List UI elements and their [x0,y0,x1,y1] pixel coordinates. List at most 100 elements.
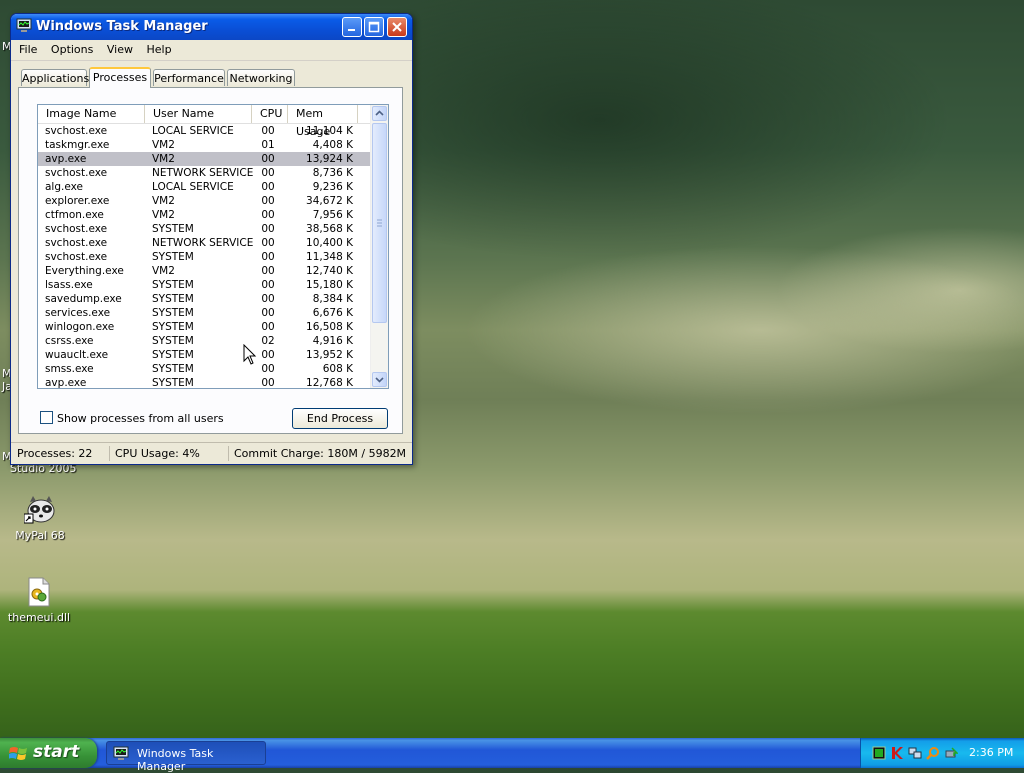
scroll-thumb[interactable] [372,123,387,323]
taskbar-button-task-manager[interactable]: Windows Task Manager [106,741,266,773]
process-image-name: services.exe [45,307,111,319]
process-mem-usage: 16,508 K [306,321,353,333]
title-bar[interactable]: Windows Task Manager [11,14,412,40]
table-row[interactable]: svchost.exe LOCAL SERVICE 00 11,104 K [38,124,371,138]
clock[interactable]: 2:36 PM [969,746,1013,759]
scroll-down-button[interactable] [372,372,387,387]
show-all-users-option[interactable]: Show processes from all users [40,411,224,425]
task-manager-icon [16,18,32,34]
menu-view[interactable]: View [102,40,138,59]
process-cpu: 00 [261,307,275,319]
process-cpu: 00 [261,195,275,207]
taskbar: start Windows Task Manager 2:36 PM [0,738,1024,773]
table-row[interactable]: ctfmon.exe VM2 00 7,956 K [38,208,371,222]
maximize-button[interactable] [364,17,384,37]
process-image-name: svchost.exe [45,251,108,263]
table-row[interactable]: savedump.exe SYSTEM 00 8,384 K [38,292,371,306]
scroll-up-button[interactable] [372,106,387,121]
table-row[interactable]: wuauclt.exe SYSTEM 00 13,952 K [38,348,371,362]
table-row[interactable]: alg.exe LOCAL SERVICE 00 9,236 K [38,180,371,194]
system-tray: 2:36 PM [860,738,1024,768]
table-row[interactable]: taskmgr.exe VM2 01 4,408 K [38,138,371,152]
menu-options[interactable]: Options [46,40,98,59]
status-cpu-usage: CPU Usage: 4% [111,446,229,461]
table-row[interactable]: winlogon.exe SYSTEM 00 16,508 K [38,320,371,334]
process-mem-usage: 15,180 K [306,279,353,291]
table-row[interactable]: smss.exe SYSTEM 00 608 K [38,362,371,376]
process-user-name: SYSTEM [152,223,194,235]
menu-bar: File Options View Help [11,40,412,61]
process-image-name: avp.exe [45,377,87,389]
column-header-cpu[interactable]: CPU [252,105,288,123]
tab-processes[interactable]: Processes [89,67,151,88]
process-image-name: csrss.exe [45,335,94,347]
process-mem-usage: 12,740 K [306,265,353,277]
process-cpu: 00 [261,251,275,263]
table-row[interactable]: svchost.exe SYSTEM 00 11,348 K [38,250,371,264]
table-row[interactable]: explorer.exe VM2 00 34,672 K [38,194,371,208]
process-mem-usage: 8,736 K [312,167,353,179]
status-processes: Processes: 22 [13,446,110,461]
start-label: start [33,742,80,762]
column-header-image-name[interactable]: Image Name [38,105,145,123]
process-list[interactable]: Image Name User Name CPU Mem Usage svcho… [37,104,389,389]
desktop-icon-mypal[interactable]: MyPal 68 [0,494,80,542]
tab-performance[interactable]: Performance [153,69,225,86]
safely-remove-icon[interactable] [944,746,959,760]
table-row[interactable]: svchost.exe NETWORK SERVICE 00 8,736 K [38,166,371,180]
process-user-name: SYSTEM [152,321,194,333]
task-manager-tray-icon[interactable] [872,746,886,760]
table-row[interactable]: csrss.exe SYSTEM 02 4,916 K [38,334,371,348]
table-row[interactable]: svchost.exe NETWORK SERVICE 00 10,400 K [38,236,371,250]
antivirus-icon[interactable] [890,746,904,760]
process-cpu: 00 [261,125,275,137]
tab-networking[interactable]: Networking [227,69,295,86]
process-user-name: LOCAL SERVICE [152,181,234,193]
process-image-name: explorer.exe [45,195,110,207]
process-user-name: VM2 [152,209,175,221]
process-user-name: SYSTEM [152,307,194,319]
table-row[interactable]: svchost.exe SYSTEM 00 38,568 K [38,222,371,236]
process-mem-usage: 13,924 K [306,153,353,165]
network-icon[interactable] [908,746,922,760]
column-header-mem-usage[interactable]: Mem Usage [288,105,358,138]
process-cpu: 00 [261,363,275,375]
process-user-name: NETWORK SERVICE [152,167,254,179]
process-mem-usage: 11,104 K [306,125,353,137]
process-cpu: 00 [261,293,275,305]
vertical-scrollbar[interactable] [370,105,388,388]
menu-help[interactable]: Help [141,40,176,59]
process-mem-usage: 10,400 K [306,237,353,249]
table-row[interactable]: avp.exe VM2 00 13,924 K [38,152,371,166]
raccoon-icon [23,494,56,526]
table-row[interactable]: services.exe SYSTEM 00 6,676 K [38,306,371,320]
menu-file[interactable]: File [14,40,42,59]
process-mem-usage: 608 K [322,363,353,375]
show-all-users-label: Show processes from all users [57,412,224,425]
table-row[interactable]: Everything.exe VM2 00 12,740 K [38,264,371,278]
dll-file-icon [23,576,55,608]
table-row[interactable]: avp.exe SYSTEM 00 12,768 K [38,376,371,389]
process-rows: svchost.exe LOCAL SERVICE 00 11,104 Ktaskmg… [38,124,371,389]
column-header-user-name[interactable]: User Name [145,105,252,123]
end-process-button[interactable]: End Process [292,408,388,429]
task-manager-window: Windows Task Manager File Options View H… [10,13,413,465]
process-mem-usage: 38,568 K [306,223,353,235]
process-mem-usage: 34,672 K [306,195,353,207]
process-cpu: 00 [261,237,275,249]
table-row[interactable]: lsass.exe SYSTEM 00 15,180 K [38,278,371,292]
tab-applications[interactable]: Applications [21,69,89,86]
show-all-users-checkbox[interactable] [40,411,53,424]
search-tool-icon[interactable] [926,746,940,760]
status-bar: Processes: 22 CPU Usage: 4% Commit Charg… [11,442,412,464]
desktop-icon-themeui[interactable]: themeui.dll [0,576,79,624]
minimize-button[interactable] [342,17,362,37]
close-button[interactable] [387,17,407,37]
process-cpu: 00 [261,349,275,361]
process-cpu: 02 [261,335,275,347]
processes-panel: Image Name User Name CPU Mem Usage svcho… [18,87,403,434]
taskbar-button-label: Windows Task Manager [137,747,214,773]
process-image-name: svchost.exe [45,167,108,179]
process-image-name: lsass.exe [45,279,93,291]
start-button[interactable]: start [0,738,97,768]
